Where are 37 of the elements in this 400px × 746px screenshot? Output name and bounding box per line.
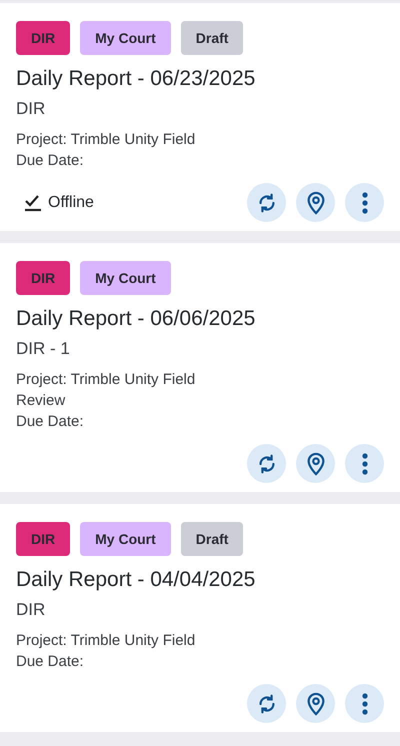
tag: DIR bbox=[16, 21, 70, 55]
more-vertical-icon bbox=[362, 692, 368, 714]
detail-text: Project: Trimble Unity Field bbox=[16, 130, 196, 150]
tag: Draft bbox=[180, 21, 244, 55]
location-pin-icon bbox=[304, 692, 326, 716]
tag: Draft bbox=[180, 522, 244, 556]
report-title: Daily Report - 04/04/2025 bbox=[16, 567, 256, 593]
more-options-button[interactable] bbox=[345, 444, 384, 483]
location-button[interactable] bbox=[296, 444, 335, 483]
report-code: DIR - 1 bbox=[16, 338, 71, 360]
location-pin-icon bbox=[304, 452, 326, 476]
detail-text: Project: Trimble Unity Field bbox=[16, 370, 196, 390]
more-vertical-icon bbox=[362, 192, 368, 214]
tag: My Court bbox=[80, 21, 171, 55]
tag: My Court bbox=[80, 522, 171, 556]
more-options-button[interactable] bbox=[345, 684, 384, 723]
detail-text: Due Date: bbox=[16, 652, 85, 672]
tag: DIR bbox=[16, 261, 70, 295]
sync-button[interactable] bbox=[247, 444, 286, 483]
location-button[interactable] bbox=[296, 183, 335, 222]
report-code: DIR bbox=[16, 599, 46, 621]
detail-text: Review bbox=[16, 391, 66, 411]
location-button[interactable] bbox=[296, 684, 335, 723]
sync-button[interactable] bbox=[247, 684, 286, 723]
detail-text: Project: Trimble Unity Field bbox=[16, 631, 196, 651]
tag: My Court bbox=[80, 261, 171, 295]
more-options-button[interactable] bbox=[345, 183, 384, 222]
report-title: Daily Report - 06/06/2025 bbox=[16, 306, 256, 332]
location-pin-icon bbox=[304, 190, 326, 214]
detail-text: Due Date: bbox=[16, 151, 85, 171]
tag: DIR bbox=[16, 522, 70, 556]
report-code: DIR bbox=[16, 98, 46, 120]
detail-text: Due Date: bbox=[16, 412, 85, 432]
status-label: Offline bbox=[48, 194, 94, 212]
more-vertical-icon bbox=[362, 452, 368, 474]
report-title: Daily Report - 06/23/2025 bbox=[16, 66, 256, 92]
sync-button[interactable] bbox=[247, 183, 286, 222]
